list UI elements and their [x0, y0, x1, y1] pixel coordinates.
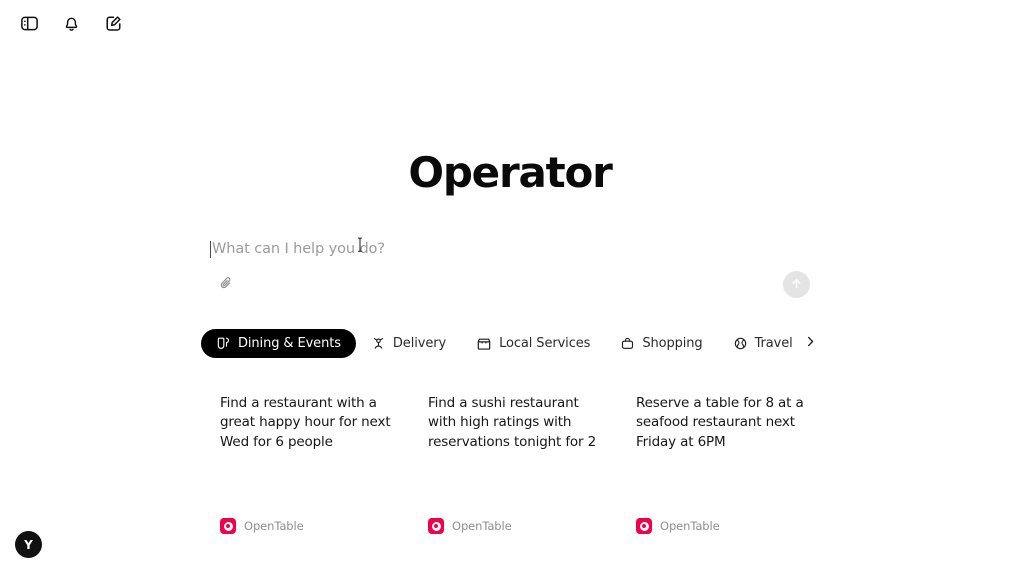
suggestion-card-source: OpenTable [636, 518, 720, 534]
category-scroll-right-button[interactable] [802, 333, 818, 353]
avatar[interactable]: Y [15, 531, 42, 558]
paperclip-icon [218, 275, 235, 295]
suggestion-card-source-label: OpenTable [244, 519, 304, 533]
sidebar-toggle-button[interactable] [14, 8, 44, 38]
prompt-composer: What can I help you do? [203, 228, 815, 310]
opentable-logo-icon [220, 518, 236, 534]
category-chip-label: Delivery [392, 336, 447, 351]
suggestion-card-row: Find a restaurant with a great happy hou… [220, 394, 820, 542]
operator-home-screen: Operator What can I help you do? Dining … [0, 0, 1020, 574]
suggestion-card-source: OpenTable [428, 518, 512, 534]
delivery-icon [371, 336, 386, 351]
opentable-logo-icon [428, 518, 444, 534]
suggestion-card[interactable]: Reserve a table for 8 at a seafood resta… [636, 394, 811, 542]
compose-icon [104, 14, 123, 33]
suggestion-card-source-label: OpenTable [660, 519, 720, 533]
chip-row-fade [976, 329, 1002, 358]
bell-icon [62, 14, 81, 33]
category-chip-delivery[interactable]: Delivery [356, 329, 461, 358]
suggestion-card-source: OpenTable [220, 518, 304, 534]
arrow-up-icon [789, 276, 804, 294]
prompt-placeholder: What can I help you do? [212, 241, 385, 257]
shopping-bag-icon [620, 336, 635, 351]
chevron-right-icon [805, 335, 816, 351]
top-toolbar [0, 0, 1020, 46]
category-chip-label: Dining & Events [238, 336, 341, 351]
category-chip-dining-and-events[interactable]: Dining & Events [201, 329, 356, 358]
suggestion-card[interactable]: Find a sushi restaurant with high rating… [428, 394, 603, 542]
text-caret [210, 240, 211, 258]
prompt-input[interactable]: What can I help you do? [210, 236, 385, 262]
category-chip-label: Local Services [499, 336, 591, 351]
category-chip-row[interactable]: Dining & Events Delivery Local Services … [201, 329, 816, 358]
suggestion-card[interactable]: Find a restaurant with a great happy hou… [220, 394, 395, 542]
suggestion-card-text: Reserve a table for 8 at a seafood resta… [636, 395, 804, 450]
category-chip-shopping[interactable]: Shopping [605, 329, 717, 358]
new-chat-button[interactable] [98, 8, 128, 38]
category-chip-label: Shopping [642, 336, 703, 351]
category-chip-travel[interactable]: Travel [718, 329, 808, 358]
send-button[interactable] [783, 271, 810, 298]
opentable-logo-icon [636, 518, 652, 534]
notifications-button[interactable] [56, 8, 86, 38]
page-title: Operator [408, 148, 613, 197]
suggestion-card-text: Find a restaurant with a great happy hou… [220, 395, 391, 450]
suggestion-card-text: Find a sushi restaurant with high rating… [428, 395, 597, 450]
sidebar-icon [20, 14, 39, 33]
category-chip-local-services[interactable]: Local Services [461, 329, 605, 358]
dining-icon [216, 336, 231, 351]
storefront-icon [476, 336, 492, 352]
attach-file-button[interactable] [214, 273, 238, 297]
globe-icon [733, 336, 748, 351]
category-chip-label: Travel [754, 336, 793, 351]
suggestion-card-source-label: OpenTable [452, 519, 512, 533]
